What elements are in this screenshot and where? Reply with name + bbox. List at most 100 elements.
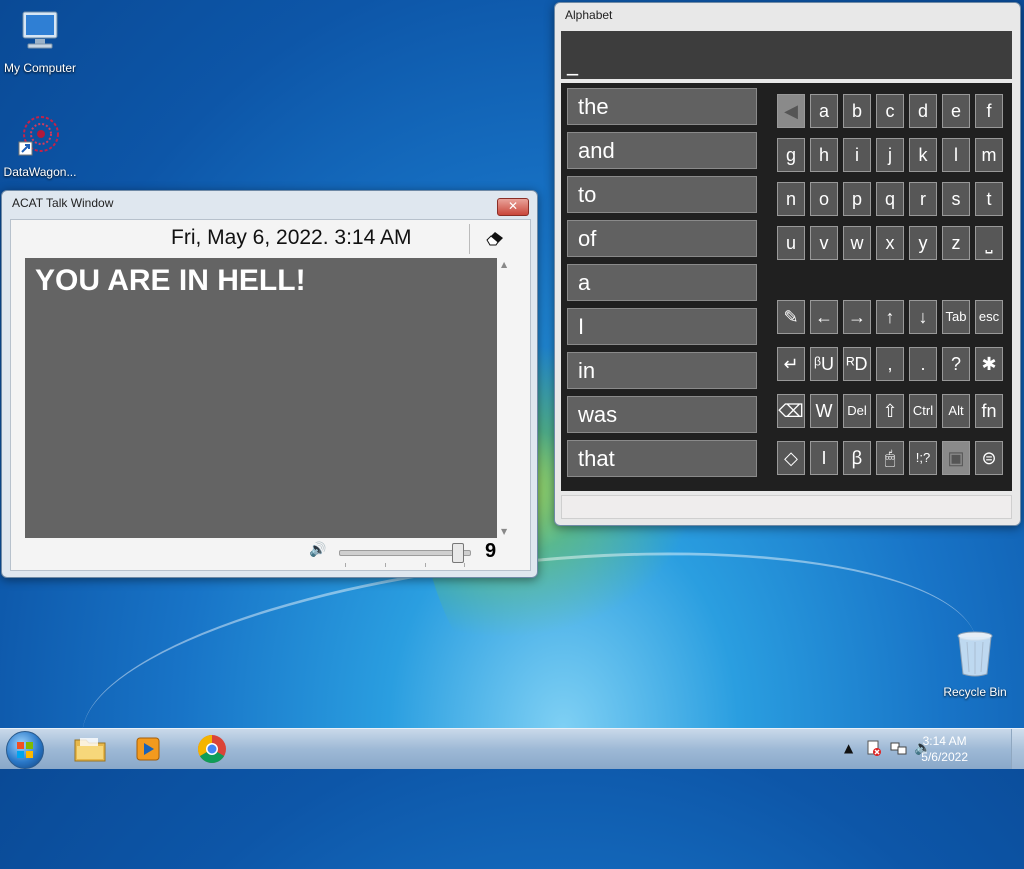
keyboard-key[interactable]: ⊜ — [975, 441, 1003, 475]
keyboard-key[interactable]: ⎵ — [975, 226, 1003, 260]
word-prediction-item[interactable]: that — [567, 440, 757, 477]
desktop-icon-label: My Computer — [3, 61, 77, 75]
desktop-icon-datawagon[interactable]: DataWagon... — [0, 112, 80, 179]
talk-scrollbar[interactable]: ▲ ▼ — [499, 258, 513, 538]
keyboard-key[interactable]: ᴿD — [843, 347, 871, 381]
system-clock[interactable]: 3:14 AM 5/6/2022 — [921, 733, 968, 765]
keyboard-key[interactable]: m — [975, 138, 1003, 172]
datetime-display: Fri, May 6, 2022. 3:14 AM — [171, 226, 412, 249]
word-prediction-item[interactable]: was — [567, 396, 757, 433]
keyboard-key[interactable]: ✱ — [975, 347, 1003, 381]
word-prediction-item[interactable]: of — [567, 220, 757, 257]
keyboard-key[interactable]: u — [777, 226, 805, 260]
show-desktop-button[interactable] — [1011, 729, 1024, 769]
keyboard-key[interactable]: Ctrl — [909, 394, 937, 428]
keyboard-key[interactable]: b — [843, 94, 871, 128]
recycle-bin-icon — [935, 630, 1015, 681]
desktop-icon-recycle-bin[interactable]: Recycle Bin — [935, 630, 1015, 699]
speaker-icon: 🔊 — [309, 542, 327, 558]
talk-text-area[interactable]: YOU ARE IN HELL! — [25, 258, 497, 538]
keyboard-key[interactable]: ↑ — [876, 300, 904, 334]
keyboard-key[interactable]: t — [975, 182, 1003, 216]
keyboard-key[interactable]: ꞵ — [843, 441, 871, 475]
keyboard-key[interactable]: q — [876, 182, 904, 216]
keyboard-key[interactable]: n — [777, 182, 805, 216]
volume-slider[interactable] — [339, 543, 471, 563]
keyboard-key[interactable]: y — [909, 226, 937, 260]
close-button[interactable]: ✕ — [497, 198, 529, 216]
keyboard-key[interactable]: ⌫ — [777, 394, 805, 428]
keyboard-key[interactable]: , — [876, 347, 904, 381]
computer-icon — [0, 8, 80, 57]
desktop-icon-my-computer[interactable]: My Computer — [0, 8, 80, 75]
keyboard-key[interactable]: ← — [810, 300, 838, 334]
chrome-icon — [198, 735, 226, 763]
keyboard-key[interactable]: ◇ — [777, 441, 805, 475]
word-prediction-item[interactable]: I — [567, 308, 757, 345]
word-prediction-item[interactable]: to — [567, 176, 757, 213]
keyboard-key[interactable]: h — [810, 138, 838, 172]
keyboard-key[interactable]: r — [909, 182, 937, 216]
keyboard-key[interactable]: . — [909, 347, 937, 381]
keyboard-key[interactable]: ◀ — [777, 94, 805, 128]
keyboard-key[interactable]: → — [843, 300, 871, 334]
media-player-taskbar-button[interactable] — [124, 732, 172, 766]
keyboard-key[interactable]: f — [975, 94, 1003, 128]
alphabet-window[interactable]: Alphabet _ the and to of a Iin was that ◀ a b c d e f… — [554, 2, 1021, 526]
keyboard-key[interactable]: z — [942, 226, 970, 260]
keyboard-key[interactable]: e — [942, 94, 970, 128]
window-title: ACAT Talk Window — [12, 196, 114, 210]
keyboard-key[interactable]: x — [876, 226, 904, 260]
show-hidden-icons-button[interactable]: ▲ — [844, 741, 853, 781]
keyboard-key[interactable]: fn — [975, 394, 1003, 428]
keyboard-key[interactable]: k — [909, 138, 937, 172]
keyboard-key[interactable]: l — [942, 138, 970, 172]
keyboard-key[interactable]: W — [810, 394, 838, 428]
volume-slider-thumb[interactable] — [452, 543, 464, 563]
word-prediction-item[interactable]: the — [567, 88, 757, 125]
eraser-icon[interactable] — [469, 224, 520, 254]
network-icon[interactable] — [890, 739, 908, 779]
datawagon-shortcut-icon — [0, 112, 80, 161]
keyboard-key[interactable]: Alt — [942, 394, 970, 428]
word-prediction-item[interactable]: in — [567, 352, 757, 389]
keyboard-key[interactable]: ↓ — [909, 300, 937, 334]
keyboard-key[interactable]: g — [777, 138, 805, 172]
keyboard-key[interactable]: ? — [942, 347, 970, 381]
keyboard-key[interactable]: ⇧ — [876, 394, 904, 428]
file-explorer-taskbar-button[interactable] — [66, 732, 114, 766]
keyboard-key[interactable]: ᵝU — [810, 347, 838, 381]
scroll-down-icon[interactable]: ▼ — [501, 527, 507, 536]
keyboard-key[interactable]: !;? — [909, 441, 937, 475]
keyboard-key[interactable]: 🖱 — [876, 441, 904, 475]
keyboard-key[interactable]: w — [843, 226, 871, 260]
keyboard-key[interactable]: j — [876, 138, 904, 172]
scroll-up-icon[interactable]: ▲ — [501, 260, 507, 269]
taskbar: ▲ 🔈 3:14 AM 5/6/2022 — [0, 728, 1024, 769]
action-center-icon[interactable] — [866, 739, 882, 779]
keyboard-key[interactable]: I — [810, 441, 838, 475]
keyboard-key[interactable]: i — [843, 138, 871, 172]
keyboard-key[interactable]: d — [909, 94, 937, 128]
chrome-taskbar-button[interactable] — [188, 732, 236, 766]
folder-icon — [74, 738, 106, 762]
volume-ticks — [345, 563, 465, 567]
keyboard-key[interactable]: o — [810, 182, 838, 216]
acat-talk-window[interactable]: ACAT Talk Window ✕ Fri, May 6, 2022. 3:1… — [1, 190, 538, 578]
word-prediction-item[interactable]: a — [567, 264, 757, 301]
keyboard-key[interactable]: c — [876, 94, 904, 128]
keyboard-key[interactable]: v — [810, 226, 838, 260]
keyboard-key[interactable]: ✎ — [777, 300, 805, 334]
keyboard-key[interactable]: ▣ — [942, 441, 970, 475]
start-button[interactable] — [6, 731, 44, 769]
talk-window-body: Fri, May 6, 2022. 3:14 AM YOU ARE IN HEL… — [10, 219, 531, 571]
desktop-icon-label: Recycle Bin — [943, 685, 1007, 699]
keyboard-key[interactable]: Del — [843, 394, 871, 428]
keyboard-key[interactable]: p — [843, 182, 871, 216]
keyboard-key[interactable]: a — [810, 94, 838, 128]
keyboard-key[interactable]: ↵ — [777, 347, 805, 381]
keyboard-key[interactable]: esc — [975, 300, 1003, 334]
keyboard-key[interactable]: s — [942, 182, 970, 216]
keyboard-key[interactable]: Tab — [942, 300, 970, 334]
word-prediction-item[interactable]: and — [567, 132, 757, 169]
